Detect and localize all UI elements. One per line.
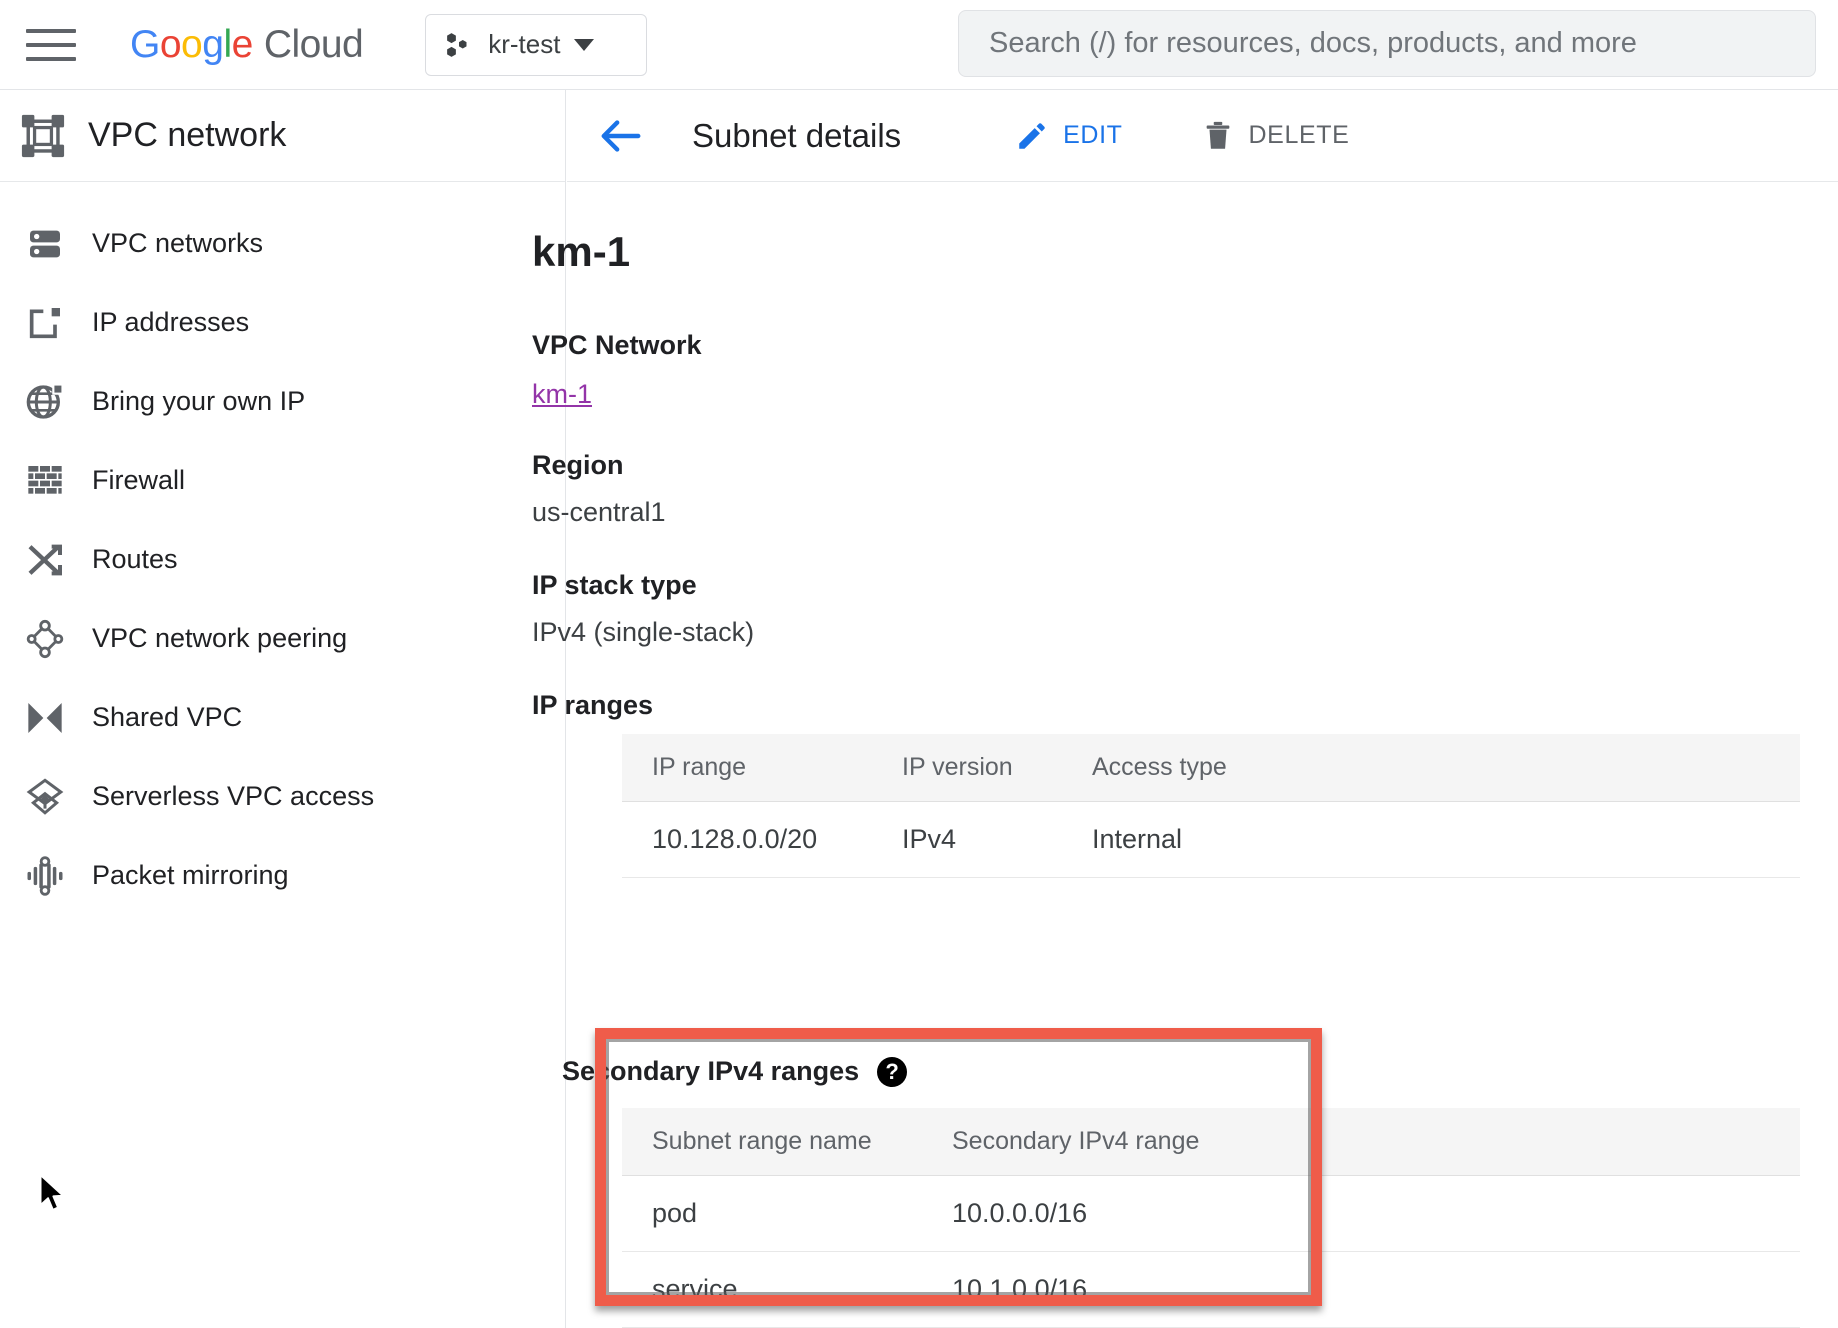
column-header: IP version [872,734,1062,802]
packet-mirroring-icon [22,853,68,899]
sidebar-header: VPC network [0,90,565,182]
table-row[interactable]: pod 10.0.0.0/16 [622,1175,1800,1252]
sidebar-item-label: Packet mirroring [92,860,289,890]
field-value: IPv4 (single-stack) [532,617,755,647]
column-header: IP range [622,734,872,802]
firewall-brick-icon [22,458,68,504]
search-input[interactable]: Search (/) for resources, docs, products… [958,10,1816,77]
sidebar-item-shared-vpc[interactable]: Shared VPC [0,678,565,757]
cell-subnet-range-name: service [622,1251,922,1328]
main-content: Subnet details EDIT DELETE km-1 VPC Netw… [532,90,1838,1328]
search-placeholder: Search (/) for resources, docs, products… [989,27,1637,59]
field-vpc-network: VPC Network km-1 [532,330,702,410]
column-header: Secondary IPv4 range [922,1108,1800,1176]
vpc-network-icon [20,113,66,159]
table-row[interactable]: service 10.1.0.0/16 [622,1251,1800,1328]
section-title: IP ranges [532,690,654,720]
section-secondary-ipv4-ranges: Secondary IPv4 ranges ? [562,1056,908,1087]
routes-shuffle-icon [22,537,68,583]
hamburger-bar [26,28,76,33]
cell-secondary-range: 10.1.0.0/16 [922,1251,1800,1328]
help-circle-icon[interactable]: ? [877,1056,908,1087]
table-header-row: IP range IP version Access type [622,734,1800,802]
vpc-network-link[interactable]: km-1 [532,379,592,409]
sidebar-item-ip-addresses[interactable]: IP addresses [0,283,565,362]
vpc-networks-icon [22,221,68,267]
cell-ip-range: 10.128.0.0/20 [622,801,872,878]
sidebar-item-label: Firewall [92,465,186,495]
sidebar-title: VPC network [88,116,287,154]
sidebar-item-label: VPC networks [92,228,264,258]
cell-ip-version: IPv4 [872,801,1062,878]
trash-icon [1206,121,1229,149]
field-ip-stack-type: IP stack type IPv4 (single-stack) [532,570,754,648]
section-ip-ranges: IP ranges [532,690,653,721]
google-cloud-logo[interactable]: Google Cloud [130,22,364,67]
field-label: Region [532,450,624,480]
pencil-icon [1019,122,1045,149]
sidebar-item-serverless-vpc-access[interactable]: Serverless VPC access [0,757,565,836]
column-header: Subnet range name [622,1108,922,1176]
serverless-vpc-icon [22,774,68,820]
hamburger-menu-icon[interactable] [26,23,82,67]
project-selector[interactable]: kr-test [425,13,648,76]
chevron-down-icon [574,38,595,51]
arrow-left-icon[interactable] [592,107,650,165]
cell-access-type: Internal [1062,801,1800,878]
sidebar: VPC network VPC networks IP addresses Br… [0,90,566,1328]
table-header-row: Subnet range name Secondary IPv4 range [622,1108,1800,1176]
main-header: Subnet details EDIT DELETE [567,90,1838,182]
project-name: kr-test [488,29,561,59]
field-label: IP stack type [532,570,697,600]
sidebar-item-vpc-networks[interactable]: VPC networks [0,204,565,283]
ip-addresses-icon [22,300,68,346]
sidebar-item-label: IP addresses [92,307,250,337]
field-region: Region us-central1 [532,450,666,528]
shared-vpc-icon [22,695,68,741]
field-label: VPC Network [532,330,702,360]
sidebar-item-label: Routes [92,544,178,574]
sidebar-nav-list: VPC networks IP addresses Bring your own… [0,182,565,915]
section-title: Secondary IPv4 ranges [562,1056,860,1086]
cell-subnet-range-name: pod [622,1175,922,1252]
sidebar-item-vpc-network-peering[interactable]: VPC network peering [0,599,565,678]
peering-nodes-icon [22,616,68,662]
sidebar-item-packet-mirroring[interactable]: Packet mirroring [0,836,565,915]
delete-button[interactable]: DELETE [1201,119,1350,153]
field-value: us-central1 [532,497,666,527]
sidebar-item-routes[interactable]: Routes [0,520,565,599]
brand-cloud-text: Cloud [263,22,364,66]
sidebar-item-label: Bring your own IP [92,386,306,416]
sidebar-item-firewall[interactable]: Firewall [0,441,565,520]
delete-button-label: DELETE [1248,121,1350,149]
hamburger-bar [26,56,76,61]
globe-icon [22,379,68,425]
column-header: Access type [1062,734,1800,802]
edit-button-label: EDIT [1063,121,1123,149]
sidebar-item-label: VPC network peering [92,623,348,653]
sidebar-item-bring-your-own-ip[interactable]: Bring your own IP [0,362,565,441]
edit-button[interactable]: EDIT [1015,119,1122,153]
hamburger-bar [26,42,76,47]
ip-ranges-table: IP range IP version Access type 10.128.0… [622,734,1800,878]
secondary-ranges-table: Subnet range name Secondary IPv4 range p… [622,1108,1800,1328]
sidebar-item-label: Shared VPC [92,702,243,732]
resource-title: km-1 [532,228,631,275]
cell-secondary-range: 10.0.0.0/16 [922,1175,1800,1252]
page-title: Subnet details [692,116,902,154]
sidebar-item-label: Serverless VPC access [92,781,375,811]
gcp-project-icon [447,32,467,57]
table-row[interactable]: 10.128.0.0/20 IPv4 Internal [622,801,1800,878]
top-app-bar: Google Cloud kr-test Search (/) for resou… [0,0,1838,90]
